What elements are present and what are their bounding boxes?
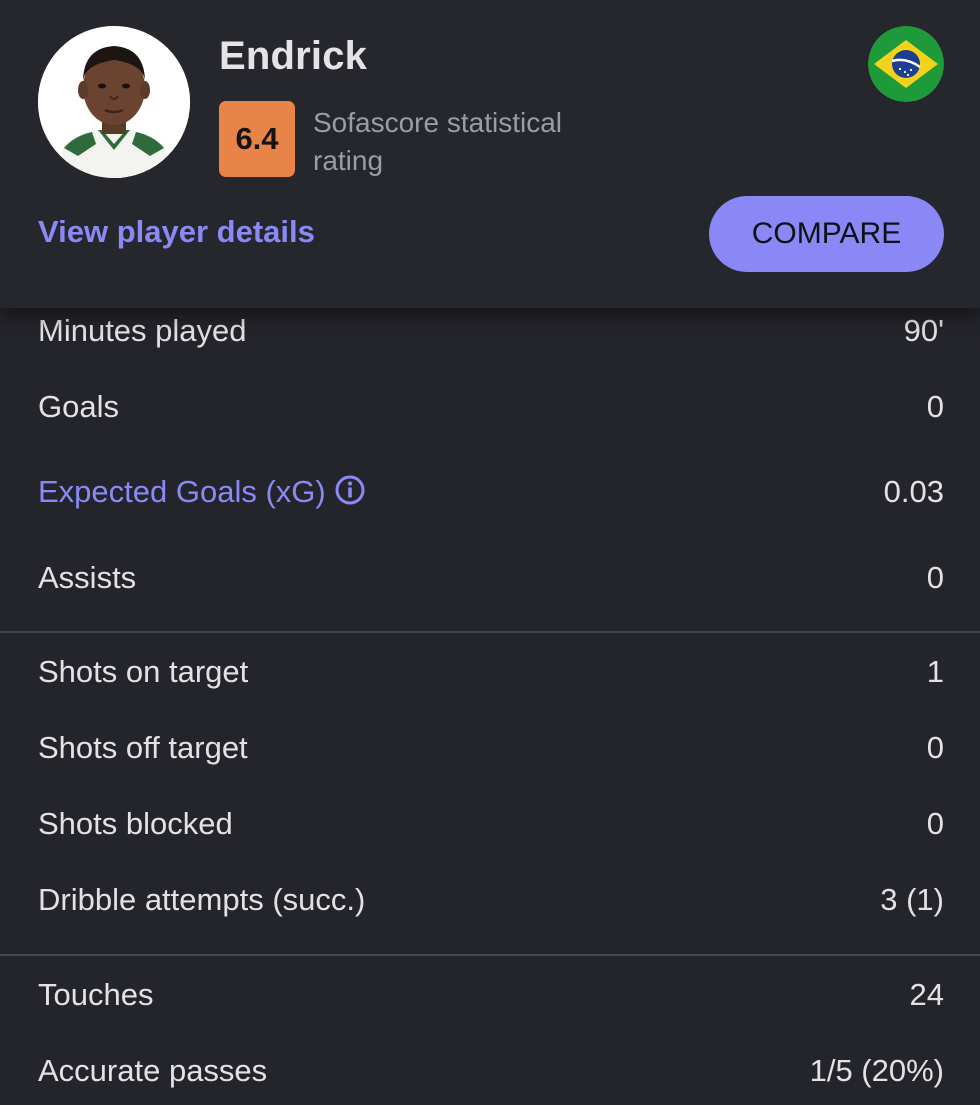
view-player-details-link[interactable]: View player details	[38, 214, 315, 250]
stat-row-minutes-played: Minutes played 90'	[0, 311, 980, 351]
section-divider	[0, 954, 980, 956]
stat-label: Minutes played	[38, 313, 247, 348]
compare-button[interactable]: COMPARE	[709, 196, 944, 272]
stat-value: 0.03	[883, 474, 944, 509]
stat-row-shots-off-target: Shots off target 0	[0, 728, 980, 768]
stat-value: 1	[926, 654, 944, 689]
stat-row-touches: Touches 24	[0, 975, 980, 1015]
stat-row-expected-goals[interactable]: Expected Goals (xG) 0.03	[0, 472, 980, 512]
stat-row-shots-on-target: Shots on target 1	[0, 652, 980, 692]
stat-value: 0	[926, 730, 944, 765]
stat-value: 0	[926, 560, 944, 595]
stat-row-assists: Assists 0	[0, 558, 980, 598]
stat-label: Touches	[38, 977, 154, 1012]
stat-label: Accurate passes	[38, 1053, 268, 1088]
player-header: Endrick 6.4 Sofascore statistical rating…	[0, 0, 980, 308]
stat-label[interactable]: Expected Goals (xG)	[38, 474, 326, 509]
stat-label-xg[interactable]: Expected Goals (xG)	[38, 472, 366, 516]
section-divider	[0, 631, 980, 633]
stat-row-accurate-passes: Accurate passes 1/5 (20%)	[0, 1051, 980, 1091]
stat-label: Shots blocked	[38, 806, 233, 841]
stat-label: Dribble attempts (succ.)	[38, 882, 366, 917]
stat-row-goals: Goals 0	[0, 387, 980, 427]
stat-value: 3 (1)	[880, 882, 944, 917]
stat-value: 0	[926, 806, 944, 841]
stat-value: 90'	[903, 313, 944, 348]
player-photo	[38, 26, 190, 178]
rating-label: Sofascore statistical rating	[313, 107, 562, 176]
rating-value: 6.4	[235, 121, 279, 156]
stat-value: 0	[926, 389, 944, 424]
stat-label: Shots off target	[38, 730, 248, 765]
stat-row-dribble-attempts: Dribble attempts (succ.) 3 (1)	[0, 880, 980, 920]
stat-row-shots-blocked: Shots blocked 0	[0, 804, 980, 844]
stat-label: Shots on target	[38, 654, 249, 689]
stat-label: Assists	[38, 560, 137, 595]
stat-label: Goals	[38, 389, 119, 424]
stat-value: 24	[909, 977, 944, 1012]
stat-value: 1/5 (20%)	[809, 1053, 944, 1088]
player-name: Endrick	[219, 34, 368, 78]
player-avatar	[38, 26, 190, 178]
info-icon[interactable]	[334, 474, 366, 516]
brazil-flag-icon	[868, 26, 944, 102]
rating-badge: 6.4	[219, 101, 295, 177]
